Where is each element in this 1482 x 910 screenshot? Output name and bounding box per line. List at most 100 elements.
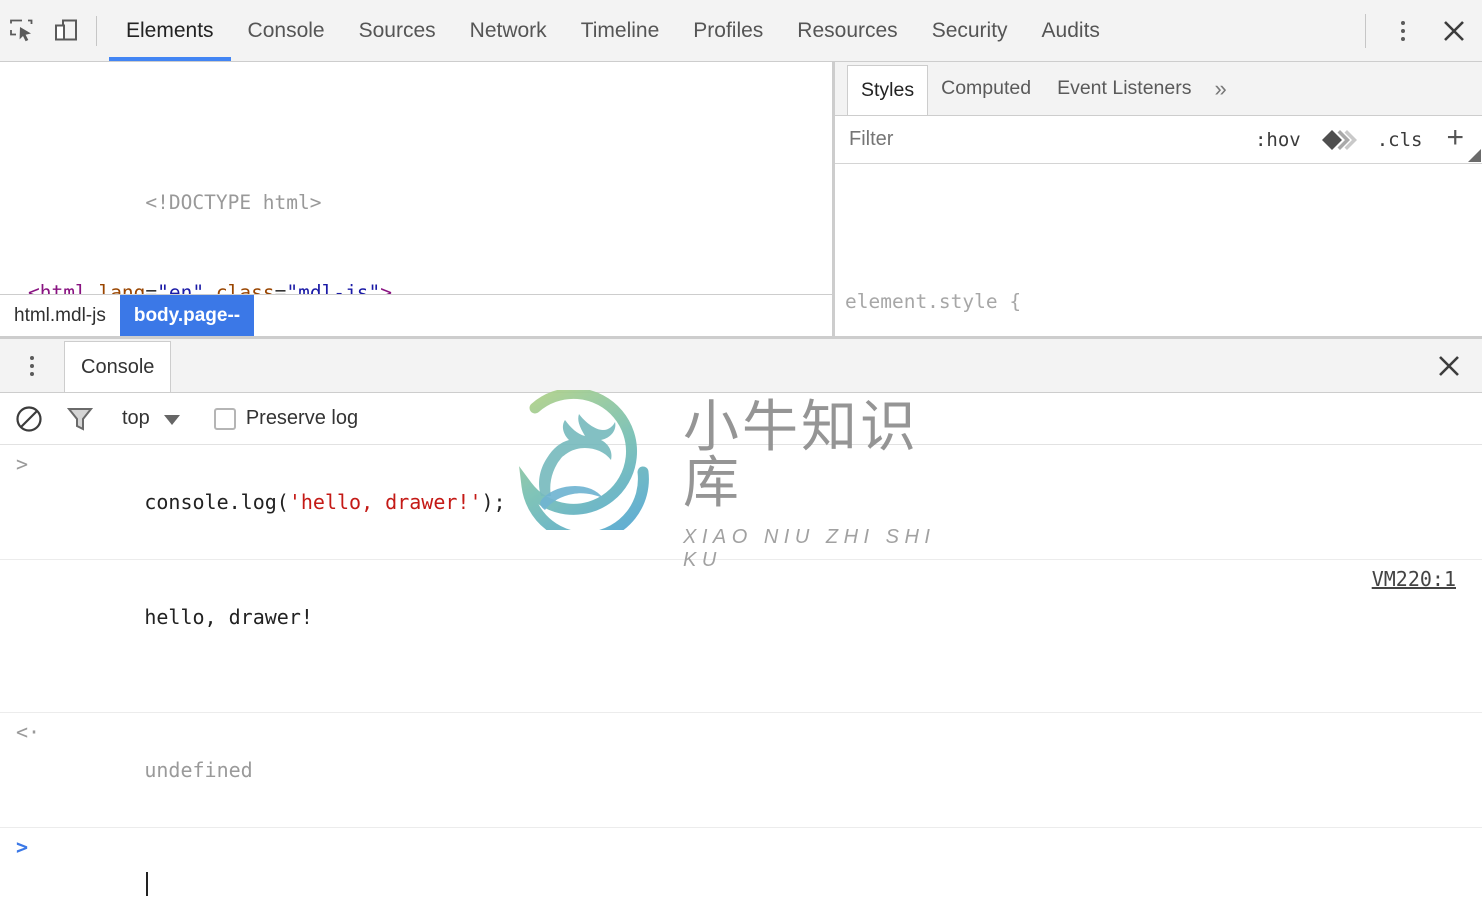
- toolbar-divider: [96, 15, 97, 46]
- class-toggle-button[interactable]: .cls: [1365, 129, 1435, 151]
- tab-profiles-label: Profiles: [693, 18, 764, 42]
- preserve-log-label: Preserve log: [245, 407, 359, 429]
- hov-state-button[interactable]: :hov: [1243, 129, 1313, 151]
- clear-console-glyph: [16, 405, 42, 432]
- console-input-gutter-icon: >: [16, 452, 29, 476]
- tab-styles[interactable]: Styles: [847, 65, 929, 115]
- tab-elements-label: Elements: [126, 18, 214, 42]
- execution-context-selector[interactable]: top: [116, 407, 180, 430]
- tab-elements[interactable]: Elements: [109, 0, 231, 61]
- styles-filter-bar: :hov .cls +: [835, 116, 1482, 164]
- filter-funnel-glyph: [66, 407, 94, 431]
- breadcrumb-item-html-label: html.mdl-js: [14, 304, 106, 326]
- inspect-element-glyph: [10, 19, 33, 41]
- element-style-selector-text: element.style {: [845, 290, 1022, 313]
- console-input-code-string: 'hello, drawer!': [288, 490, 482, 514]
- tab-computed[interactable]: Computed: [928, 62, 1044, 115]
- console-message-list[interactable]: > console.log('hello, drawer!'); hello, d…: [0, 445, 1482, 910]
- tab-console[interactable]: Console: [231, 0, 342, 61]
- tab-styles-label: Styles: [861, 79, 915, 101]
- close-glyph: [1444, 20, 1464, 41]
- resize-grip-icon[interactable]: [1468, 149, 1481, 162]
- drawer-close-glyph: [1439, 355, 1459, 376]
- tab-resources-label: Resources: [797, 18, 898, 42]
- console-result-message[interactable]: <· undefined: [0, 713, 1482, 828]
- styles-tabs-overflow-icon[interactable]: »: [1204, 62, 1236, 115]
- devtools-window: Elements Console Sources Network Timelin…: [0, 0, 1482, 910]
- tab-console-label: Console: [247, 18, 325, 42]
- color-scheme-icon[interactable]: [1313, 129, 1365, 151]
- tab-timeline-label: Timeline: [580, 18, 660, 42]
- tab-security[interactable]: Security: [915, 0, 1025, 61]
- device-toolbar-glyph: [55, 19, 77, 40]
- tab-profiles[interactable]: Profiles: [676, 0, 780, 61]
- style-rule-element-style[interactable]: element.style { }: [835, 224, 1482, 336]
- console-drawer: Console top Preserve log > console.log('…: [0, 336, 1482, 910]
- dom-breadcrumb: html.mdl-js body.page--: [0, 294, 832, 336]
- tab-network-label: Network: [469, 18, 547, 42]
- device-toolbar-icon[interactable]: [44, 9, 88, 53]
- elements-panel: <!DOCTYPE html> <html lang="en" class="m…: [0, 62, 1482, 336]
- execution-context-label: top: [122, 407, 150, 429]
- console-log-text: hello, drawer!: [144, 605, 313, 629]
- kebab-menu-icon[interactable]: [1380, 8, 1426, 54]
- drawer-tab-console[interactable]: Console: [64, 341, 172, 392]
- inspect-element-icon[interactable]: [0, 9, 44, 53]
- drawer-tab-bar: Console: [0, 339, 1482, 393]
- console-log-message[interactable]: hello, drawer! VM220:1: [0, 560, 1482, 713]
- tab-resources[interactable]: Resources: [780, 0, 914, 61]
- preserve-log-checkbox-box[interactable]: [213, 407, 236, 430]
- breadcrumb-item-body-label: body.page--: [133, 304, 241, 326]
- chevron-down-icon: [163, 414, 180, 425]
- tab-event-listeners[interactable]: Event Listeners: [1044, 62, 1204, 115]
- dom-tree-pane[interactable]: <!DOCTYPE html> <html lang="en" class="m…: [0, 62, 832, 336]
- styles-tabs-overflow-label: »: [1214, 75, 1227, 101]
- kebab-dot: [30, 355, 34, 360]
- tab-audits[interactable]: Audits: [1025, 0, 1117, 61]
- toolbar-right-divider: [1365, 13, 1366, 48]
- tab-sources-label: Sources: [358, 18, 436, 42]
- hov-state-label: :hov: [1254, 128, 1301, 151]
- console-input-code-part3: );: [481, 490, 506, 514]
- tab-event-listeners-label: Event Listeners: [1057, 77, 1192, 99]
- color-scheme-glyph: [1321, 129, 1357, 150]
- styles-filter-input[interactable]: [847, 127, 1243, 152]
- tab-sources[interactable]: Sources: [342, 0, 453, 61]
- kebab-dot: [1401, 28, 1405, 33]
- close-icon[interactable]: [1426, 6, 1482, 56]
- tab-audits-label: Audits: [1041, 18, 1100, 42]
- styles-sidebar-tabs: Styles Computed Event Listeners »: [835, 62, 1482, 116]
- console-source-link[interactable]: VM220:1: [1372, 560, 1456, 598]
- dom-line-doctype[interactable]: <!DOCTYPE html>: [0, 158, 832, 214]
- console-prompt-gutter-icon: >: [16, 835, 29, 859]
- breadcrumb-item-html[interactable]: html.mdl-js: [0, 295, 120, 336]
- console-prompt[interactable]: >: [0, 828, 1482, 910]
- tab-security-label: Security: [931, 18, 1008, 42]
- tab-timeline[interactable]: Timeline: [564, 0, 677, 61]
- class-toggle-label: .cls: [1376, 128, 1423, 151]
- doctype-text: <!DOCTYPE html>: [145, 191, 322, 214]
- console-input-message[interactable]: > console.log('hello, drawer!');: [0, 445, 1482, 560]
- devtools-main-toolbar: Elements Console Sources Network Timelin…: [0, 0, 1482, 62]
- preserve-log-checkbox[interactable]: Preserve log: [213, 407, 359, 430]
- console-input-code-part1: console.log(: [144, 490, 289, 514]
- drawer-kebab-menu-icon[interactable]: [0, 339, 64, 392]
- text-cursor: [146, 872, 149, 896]
- kebab-dot: [30, 371, 34, 376]
- tab-computed-label: Computed: [941, 77, 1032, 99]
- drawer-close-icon[interactable]: [1416, 339, 1482, 392]
- clear-console-icon[interactable]: [14, 404, 44, 434]
- breadcrumb-item-body[interactable]: body.page--: [119, 295, 255, 336]
- kebab-dot: [1401, 20, 1405, 25]
- filter-funnel-icon[interactable]: [66, 404, 94, 434]
- kebab-dot: [30, 363, 34, 368]
- kebab-dot: [1401, 36, 1405, 41]
- toolbar-right-group: [1351, 0, 1482, 61]
- panel-tab-list: Elements Console Sources Network Timelin…: [109, 0, 1117, 61]
- styles-sidebar: Styles Computed Event Listeners » :hov .…: [835, 62, 1482, 336]
- console-result-gutter-icon: <·: [16, 720, 41, 744]
- element-style-selector: element.style {: [845, 287, 1482, 317]
- console-toolbar: top Preserve log: [0, 393, 1482, 445]
- tab-network[interactable]: Network: [453, 0, 564, 61]
- styles-rules-list: element.style { } <style>…</style>body {…: [835, 164, 1482, 336]
